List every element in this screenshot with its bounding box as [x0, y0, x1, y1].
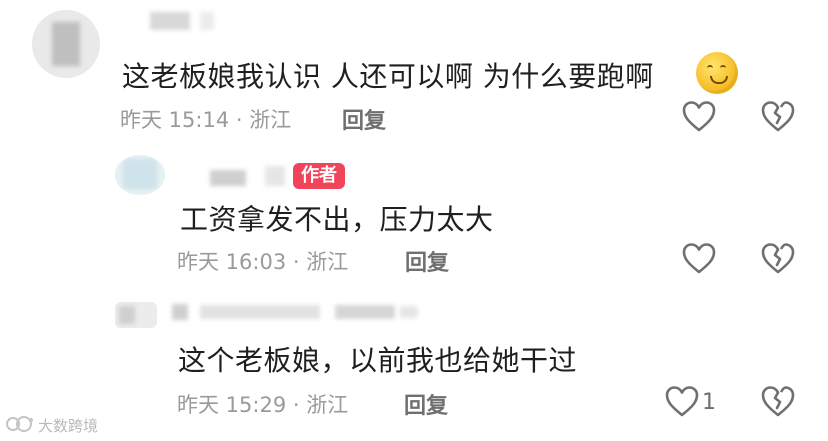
comment-meta: 昨天 15:14 · 浙江	[120, 108, 292, 132]
avatar[interactable]	[32, 10, 100, 78]
comment-meta: 昨天 16:03 · 浙江	[177, 250, 349, 274]
thinking-face-icon	[696, 52, 738, 94]
reply-button[interactable]: 回复	[404, 388, 448, 420]
dislike-broken-heart-icon[interactable]	[760, 241, 796, 277]
dislike-broken-heart-icon[interactable]	[760, 384, 796, 420]
username-blurred	[400, 306, 418, 318]
dislike-broken-heart-icon[interactable]	[760, 99, 796, 135]
username-blurred	[335, 305, 395, 319]
username-blurred	[210, 170, 246, 186]
reply-button[interactable]: 回复	[405, 245, 449, 277]
comment-text: 工资拿发不出，压力太大	[180, 203, 494, 236]
username-blurred	[200, 12, 214, 30]
comment-meta: 昨天 15:29 · 浙江	[177, 393, 349, 417]
username-blurred	[265, 166, 285, 186]
like-count: 1	[702, 390, 716, 415]
watermark: 大数跨境	[38, 417, 99, 435]
like-heart-icon[interactable]	[664, 384, 700, 420]
avatar[interactable]	[115, 155, 165, 195]
watermark-logo-icon	[6, 414, 34, 434]
username-blurred	[172, 304, 188, 320]
reply-button[interactable]: 回复	[342, 103, 386, 135]
username-blurred	[150, 12, 190, 30]
like-heart-icon[interactable]	[681, 241, 717, 277]
like-heart-icon[interactable]	[681, 99, 717, 135]
author-badge: 作者	[293, 163, 345, 189]
avatar[interactable]	[115, 302, 157, 328]
username-blurred	[200, 305, 320, 319]
comment-text: 这个老板娘，以前我也给她干过	[178, 344, 578, 377]
comment-text: 这老板娘我认识 人还可以啊 为什么要跑啊	[122, 60, 654, 93]
